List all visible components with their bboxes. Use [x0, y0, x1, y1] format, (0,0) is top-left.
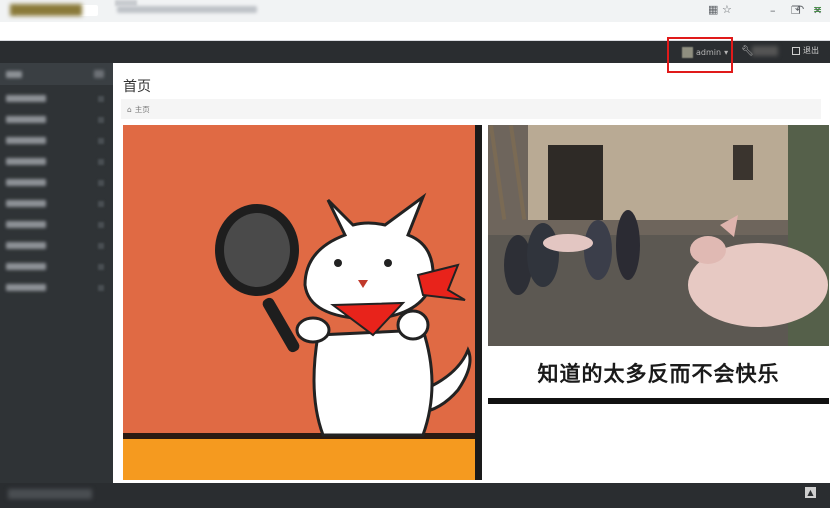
sidebar-item[interactable]: [0, 197, 113, 211]
home-icon: ⌂: [127, 104, 132, 114]
footer-text: [8, 489, 92, 499]
sidebar-item[interactable]: [0, 155, 113, 169]
sidebar-item[interactable]: [0, 176, 113, 190]
sidebar-header: [0, 63, 113, 85]
sidebar-item[interactable]: [0, 260, 113, 274]
star-icon[interactable]: ☆: [722, 3, 732, 16]
cat-meme-image: [123, 125, 482, 480]
app-footer: [0, 483, 830, 508]
sidebar-item[interactable]: [0, 239, 113, 253]
back-icon[interactable]: ↶: [795, 3, 804, 16]
app-logo: [10, 4, 82, 16]
sidebar-item[interactable]: [0, 218, 113, 232]
breadcrumb: ⌂ 主页: [121, 99, 821, 119]
extension-icon[interactable]: ≡: [813, 3, 822, 16]
logout-button[interactable]: 退出: [792, 45, 819, 56]
back-to-top-icon[interactable]: ▲: [805, 487, 816, 498]
sidebar-item[interactable]: [0, 113, 113, 127]
logout-icon: [792, 46, 800, 55]
sidebar-menu: [0, 85, 113, 305]
highlight-box: [667, 37, 733, 73]
breadcrumb-home-link[interactable]: 主页: [135, 104, 150, 115]
url-text: [117, 6, 257, 13]
sidebar-item[interactable]: [0, 134, 113, 148]
meme-caption: 知道的太多反而不会快乐: [537, 362, 780, 386]
minimize-icon[interactable]: –: [770, 4, 776, 17]
sidebar-item[interactable]: [0, 92, 113, 106]
meme-bottom-border: [488, 398, 829, 404]
logout-label: 退出: [803, 46, 819, 55]
qr-icon[interactable]: ▦: [708, 3, 718, 16]
page-title: 首页: [123, 79, 151, 95]
header-blurred-item: [752, 46, 778, 56]
sidebar-item[interactable]: [0, 281, 113, 295]
